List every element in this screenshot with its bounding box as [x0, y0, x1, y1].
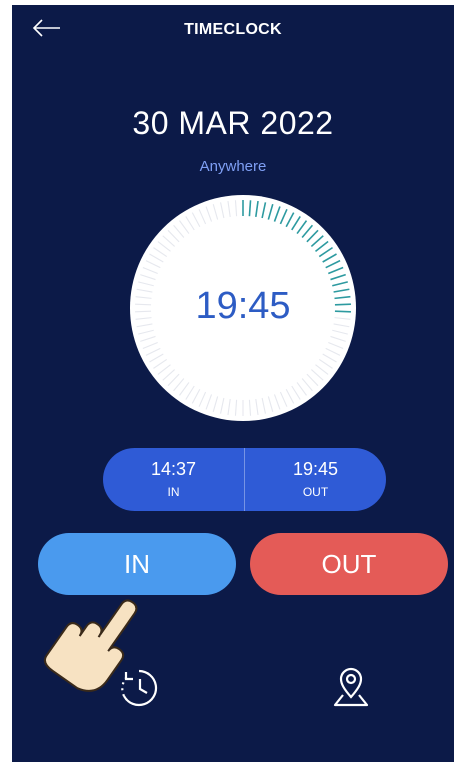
- clock-out-label: OUT: [302, 485, 329, 499]
- clock-in-summary: 14:37 IN: [103, 448, 244, 511]
- clock-out-button[interactable]: OUT: [250, 533, 448, 595]
- page-title: TIMECLOCK: [184, 21, 282, 38]
- location-label: Anywhere: [199, 158, 267, 175]
- clock-out-summary: 19:45 OUT: [245, 448, 386, 511]
- current-time: 19:45: [195, 285, 291, 327]
- history-button[interactable]: [116, 665, 162, 711]
- map-pin-icon: [333, 667, 369, 707]
- location-button[interactable]: [330, 665, 372, 711]
- clock-out-time: 19:45: [292, 459, 339, 479]
- shift-times-summary: 14:37 IN 19:45 OUT: [103, 448, 386, 511]
- dial-tick-active: [248, 200, 252, 217]
- timeclock-screen: TIMECLOCK 30 MAR 2022 Anywhere 19:45 14:…: [12, 5, 454, 762]
- clock-dial: 19:45: [130, 195, 356, 421]
- current-date: 30 MAR 2022: [132, 105, 334, 141]
- clock-history-icon: [121, 669, 158, 707]
- clock-in-time: 14:37: [150, 459, 197, 479]
- clock-in-label: IN: [167, 485, 180, 499]
- top-bar: TIMECLOCK: [12, 5, 454, 57]
